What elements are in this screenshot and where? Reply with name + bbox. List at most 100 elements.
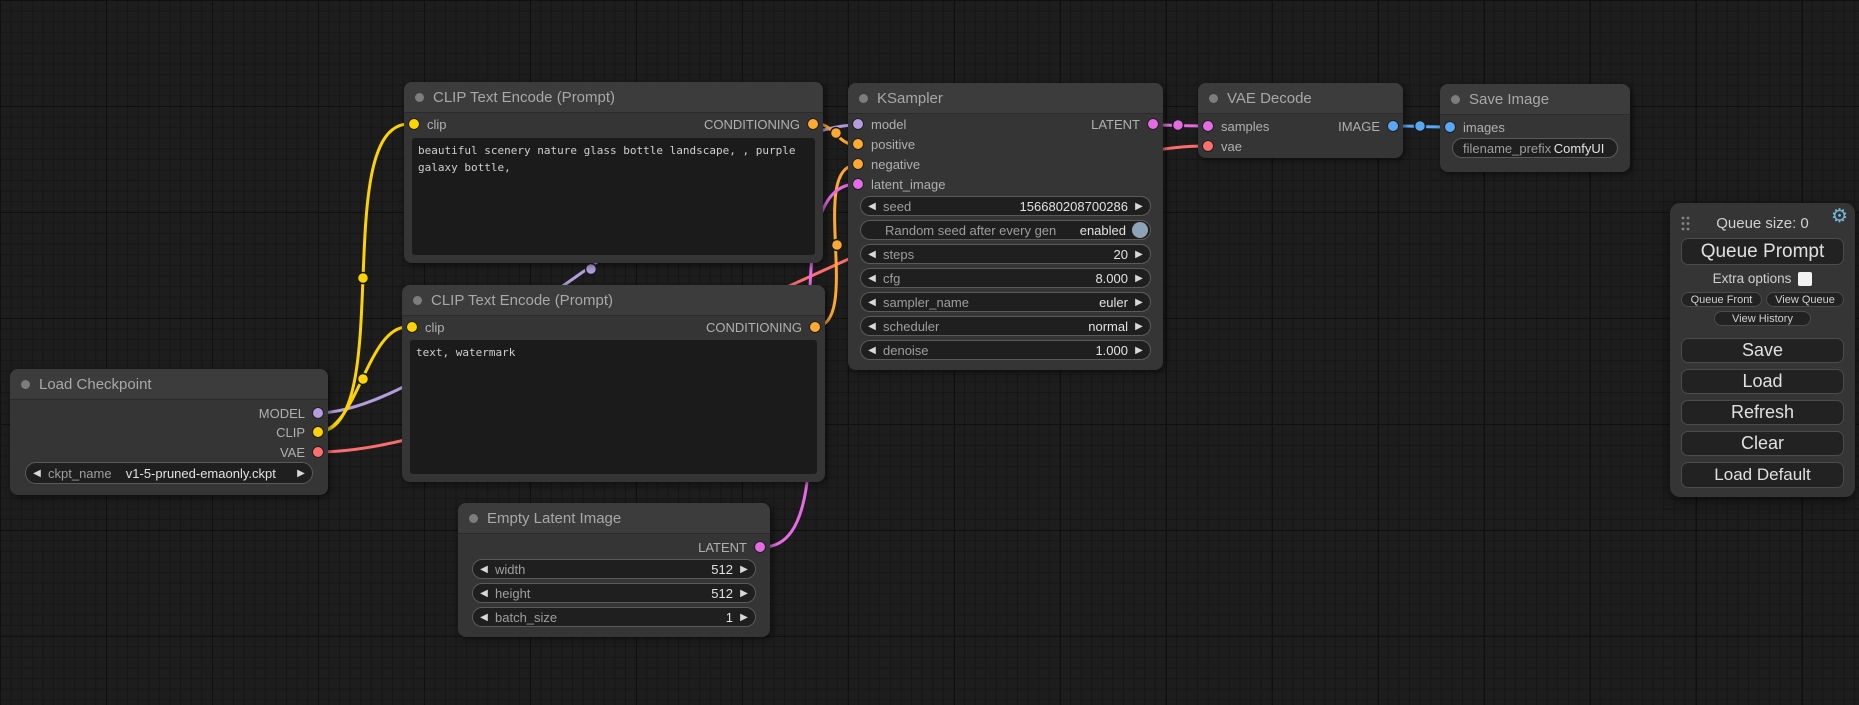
widget-label: ckpt_name xyxy=(48,466,112,481)
increment-arrow-icon[interactable]: ▶ xyxy=(733,564,755,575)
increment-arrow-icon[interactable]: ▶ xyxy=(1128,249,1150,260)
output-slot-clip[interactable] xyxy=(313,427,323,437)
node-ksampler[interactable]: KSampler model positive negative latent_… xyxy=(848,83,1163,370)
widget-label: denoise xyxy=(883,343,929,358)
node-collapse-dot-icon[interactable] xyxy=(1451,95,1460,104)
node-collapse-dot-icon[interactable] xyxy=(415,93,424,102)
increment-arrow-icon[interactable]: ▶ xyxy=(1128,201,1150,212)
decrement-arrow-icon[interactable]: ◀ xyxy=(473,564,495,575)
node-collapse-dot-icon[interactable] xyxy=(469,514,478,523)
widget-height[interactable]: ◀ height 512 ▶ xyxy=(472,583,756,603)
widget-value[interactable]: ComfyUI xyxy=(1551,141,1607,156)
queue-prompt-button[interactable]: Queue Prompt xyxy=(1681,238,1844,265)
output-slot-latent[interactable] xyxy=(1148,119,1158,129)
view-history-button[interactable]: View History xyxy=(1714,311,1811,326)
output-slot-conditioning[interactable] xyxy=(810,322,820,332)
decrement-arrow-icon[interactable]: ◀ xyxy=(861,249,883,260)
widget-denoise[interactable]: ◀ denoise 1.000 ▶ xyxy=(860,340,1151,360)
output-slot-vae[interactable] xyxy=(313,447,323,457)
input-slot-images[interactable] xyxy=(1445,122,1455,132)
input-slot-clip[interactable] xyxy=(409,119,419,129)
widget-ckpt-name[interactable]: ◀ ckpt_name v1-5-pruned-emaonly.ckpt ▶ xyxy=(25,462,313,484)
increment-arrow-icon[interactable]: ▶ xyxy=(1128,297,1150,308)
input-slot-model[interactable] xyxy=(853,119,863,129)
widget-value[interactable]: 20 xyxy=(914,247,1128,262)
decrement-arrow-icon[interactable]: ◀ xyxy=(861,297,883,308)
widget-seed[interactable]: ◀ seed 156680208700286 ▶ xyxy=(860,196,1151,216)
input-slot-vae[interactable] xyxy=(1203,141,1213,151)
decrement-arrow-icon[interactable]: ◀ xyxy=(26,468,48,479)
increment-arrow-icon[interactable]: ▶ xyxy=(1128,273,1150,284)
node-title: CLIP Text Encode (Prompt) xyxy=(431,292,613,309)
node-title-bar[interactable]: KSampler xyxy=(848,83,1163,114)
output-slot-image[interactable] xyxy=(1388,121,1398,131)
toggle-enabled-icon[interactable] xyxy=(1132,222,1148,238)
load-default-button[interactable]: Load Default xyxy=(1681,462,1844,488)
decrement-arrow-icon[interactable]: ◀ xyxy=(861,273,883,284)
node-collapse-dot-icon[interactable] xyxy=(21,380,30,389)
input-slot-negative[interactable] xyxy=(853,159,863,169)
node-save-image[interactable]: Save Image images filename_prefix ComfyU… xyxy=(1440,84,1630,172)
extra-options-checkbox[interactable] xyxy=(1798,272,1812,286)
increment-arrow-icon[interactable]: ▶ xyxy=(1128,345,1150,356)
node-clip-text-encode-positive[interactable]: CLIP Text Encode (Prompt) clip CONDITION… xyxy=(404,82,823,263)
node-load-checkpoint[interactable]: Load Checkpoint MODEL CLIP VAE ◀ ckpt_na… xyxy=(10,369,328,495)
output-label: LATENT xyxy=(1091,117,1140,132)
output-slot-latent[interactable] xyxy=(755,542,765,552)
increment-arrow-icon[interactable]: ▶ xyxy=(290,468,312,479)
queue-front-button[interactable]: Queue Front xyxy=(1681,292,1762,307)
node-empty-latent-image[interactable]: Empty Latent Image LATENT ◀ width 512 ▶ … xyxy=(458,503,770,637)
node-title-bar[interactable]: Load Checkpoint xyxy=(10,369,328,400)
widget-value[interactable]: 156680208700286 xyxy=(911,199,1128,214)
increment-arrow-icon[interactable]: ▶ xyxy=(733,612,755,623)
load-button[interactable]: Load xyxy=(1681,369,1844,394)
view-queue-button[interactable]: View Queue xyxy=(1766,292,1844,307)
node-title-bar[interactable]: CLIP Text Encode (Prompt) xyxy=(402,285,825,316)
node-title-bar[interactable]: CLIP Text Encode (Prompt) xyxy=(404,82,823,113)
decrement-arrow-icon[interactable]: ◀ xyxy=(473,588,495,599)
widget-value[interactable]: v1-5-pruned-emaonly.ckpt xyxy=(112,466,290,481)
gear-icon[interactable]: ⚙ xyxy=(1831,207,1848,226)
node-collapse-dot-icon[interactable] xyxy=(413,296,422,305)
prompt-textarea[interactable]: text, watermark xyxy=(410,340,817,474)
node-title-bar[interactable]: Save Image xyxy=(1440,84,1630,115)
node-title-bar[interactable]: Empty Latent Image xyxy=(458,503,770,534)
output-slot-model[interactable] xyxy=(313,408,323,418)
refresh-button[interactable]: Refresh xyxy=(1681,400,1844,425)
clear-button[interactable]: Clear xyxy=(1681,431,1844,456)
node-clip-text-encode-negative[interactable]: CLIP Text Encode (Prompt) clip CONDITION… xyxy=(402,285,825,482)
widget-steps[interactable]: ◀ steps 20 ▶ xyxy=(860,244,1151,264)
widget-width[interactable]: ◀ width 512 ▶ xyxy=(472,559,756,579)
widget-batch-size[interactable]: ◀ batch_size 1 ▶ xyxy=(472,607,756,627)
output-label: CONDITIONING xyxy=(706,320,802,335)
widget-value[interactable]: 1 xyxy=(557,610,733,625)
widget-value[interactable]: 1.000 xyxy=(929,343,1128,358)
save-button[interactable]: Save xyxy=(1681,338,1844,363)
widget-value[interactable]: normal xyxy=(939,319,1128,334)
widget-sampler-name[interactable]: ◀ sampler_name euler ▶ xyxy=(860,292,1151,312)
widget-value[interactable]: 8.000 xyxy=(900,271,1128,286)
widget-cfg[interactable]: ◀ cfg 8.000 ▶ xyxy=(860,268,1151,288)
widget-value[interactable]: 512 xyxy=(525,562,733,577)
widget-value[interactable]: 512 xyxy=(530,586,733,601)
increment-arrow-icon[interactable]: ▶ xyxy=(1128,321,1150,332)
input-slot-samples[interactable] xyxy=(1203,121,1213,131)
input-slot-clip[interactable] xyxy=(407,322,417,332)
decrement-arrow-icon[interactable]: ◀ xyxy=(861,321,883,332)
widget-value[interactable]: euler xyxy=(969,295,1128,310)
node-title-bar[interactable]: VAE Decode xyxy=(1198,83,1403,114)
node-collapse-dot-icon[interactable] xyxy=(859,94,868,103)
node-vae-decode[interactable]: VAE Decode samples vae IMAGE xyxy=(1198,83,1403,158)
decrement-arrow-icon[interactable]: ◀ xyxy=(473,612,495,623)
increment-arrow-icon[interactable]: ▶ xyxy=(733,588,755,599)
node-collapse-dot-icon[interactable] xyxy=(1209,94,1218,103)
decrement-arrow-icon[interactable]: ◀ xyxy=(861,201,883,212)
widget-filename-prefix[interactable]: filename_prefix ComfyUI xyxy=(1452,138,1618,158)
widget-random-seed-toggle[interactable]: Random seed after every gen enabled xyxy=(860,220,1151,240)
decrement-arrow-icon[interactable]: ◀ xyxy=(861,345,883,356)
widget-scheduler[interactable]: ◀ scheduler normal ▶ xyxy=(860,316,1151,336)
input-slot-latent-image[interactable] xyxy=(853,179,863,189)
prompt-textarea[interactable]: beautiful scenery nature glass bottle la… xyxy=(412,138,815,255)
output-slot-conditioning[interactable] xyxy=(808,119,818,129)
input-slot-positive[interactable] xyxy=(853,139,863,149)
